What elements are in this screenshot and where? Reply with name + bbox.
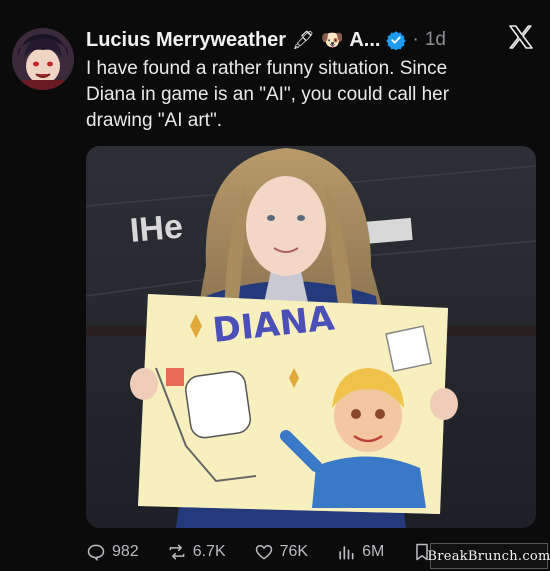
repost-icon xyxy=(169,544,185,560)
avatar-image xyxy=(12,28,74,90)
reply-button[interactable]: 982 xyxy=(86,542,139,562)
x-logo-icon[interactable] xyxy=(506,22,536,52)
like-button[interactable]: 76K xyxy=(254,542,308,562)
tweet-text-line-1: I have found a rather funny situation. S… xyxy=(86,58,448,79)
site-watermark: BreakBrunch.com xyxy=(427,543,550,569)
timestamp[interactable]: 1d xyxy=(425,29,446,51)
reply-count: 982 xyxy=(112,543,139,560)
verified-icon xyxy=(386,31,407,50)
tweet-text: I have found a rather funny situation. S… xyxy=(86,56,486,134)
avatar[interactable] xyxy=(12,28,74,90)
views-chart-icon xyxy=(339,546,354,560)
views-button[interactable]: 6M xyxy=(336,542,384,562)
pen-emoji-icon: 🖋 xyxy=(292,30,315,50)
tweet-media-photo[interactable]: IHe DIANA xyxy=(86,146,536,528)
backdrop-logo-text: IHe xyxy=(128,208,184,250)
view-count: 6M xyxy=(362,543,385,560)
repost-button[interactable]: 6.7K xyxy=(167,542,226,562)
like-count: 76K xyxy=(279,543,309,560)
heart-icon xyxy=(255,544,272,560)
tweet-text-line-2: Diana in game is an "AI", you could call… xyxy=(86,84,450,105)
photo-girl-holding-drawing: IHe DIANA xyxy=(86,146,536,528)
dog-emoji-icon: 🐶 xyxy=(320,30,344,50)
author-name-truncated: A... xyxy=(349,28,381,51)
tweet-header: Lucius Merryweather 🖋 🐶 A... · 1d xyxy=(86,26,536,54)
author-name[interactable]: Lucius Merryweather xyxy=(86,29,286,52)
tweet-text-line-3: drawing "AI art". xyxy=(86,110,222,131)
reply-icon xyxy=(87,544,105,562)
separator-dot: · xyxy=(412,29,419,50)
repost-count: 6.7K xyxy=(192,543,226,560)
